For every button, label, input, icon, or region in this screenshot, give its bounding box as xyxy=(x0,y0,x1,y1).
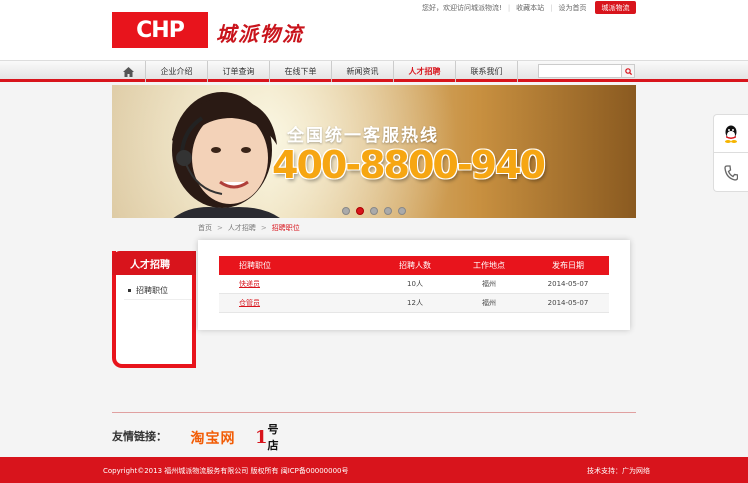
header-location: 工作地点 xyxy=(473,261,505,270)
breadcrumb-item[interactable]: 人才招聘 xyxy=(228,223,256,233)
sidebar-item-label: 招聘职位 xyxy=(136,286,168,295)
hero-banner[interactable]: 全国统一客服热线 400-8800-940 xyxy=(112,85,636,218)
breadcrumb-separator: > xyxy=(217,224,223,232)
search-button[interactable] xyxy=(622,64,635,78)
slider-dot[interactable] xyxy=(342,207,350,215)
nav-item-4[interactable]: 新闻资讯 xyxy=(332,61,394,82)
jobs-table: 招聘职位 招聘人数 工作地点 发布日期 快递员 10人 福州 2014-05-0… xyxy=(219,256,609,313)
search-icon xyxy=(624,67,632,75)
yhd-logo-text: 号店 xyxy=(267,423,279,452)
job-location: 福州 xyxy=(482,280,496,288)
divider xyxy=(124,299,192,300)
top-links: 您好，欢迎访问城派物流! | 收藏本站 | 设为首页 xyxy=(422,3,591,13)
phone-button[interactable] xyxy=(714,154,748,192)
nav-item-6[interactable]: 联系我们 xyxy=(456,61,518,82)
footer: Copyright©2013 福州城派物流服务有限公司 版权所有 闽ICP备00… xyxy=(0,457,748,483)
logo-text: CHP xyxy=(136,17,185,43)
nav-items: 企业介绍 订单查询 在线下单 新闻资讯 人才招聘 联系我们 xyxy=(112,61,518,82)
job-location: 福州 xyxy=(482,299,496,307)
breadcrumb-item[interactable]: 首页 xyxy=(198,223,212,233)
bookmark-link[interactable]: 收藏本站 xyxy=(516,3,544,13)
jobs-panel: 招聘职位 招聘人数 工作地点 发布日期 快递员 10人 福州 2014-05-0… xyxy=(198,240,630,330)
logo[interactable]: CHP xyxy=(112,12,208,48)
friend-links-label: 友情链接： xyxy=(112,430,167,443)
sidebar-title: 人才招聘 xyxy=(112,251,196,275)
divider: | xyxy=(507,4,511,12)
nav-item-3[interactable]: 在线下单 xyxy=(270,61,332,82)
header: CHP 城派物流 您好，欢迎访问城派物流! | 收藏本站 | 设为首页 城派物流 xyxy=(0,0,748,60)
home-icon xyxy=(123,66,134,77)
slider-dot[interactable] xyxy=(384,207,392,215)
nav-home[interactable] xyxy=(112,61,146,82)
job-date: 2014-05-07 xyxy=(547,280,589,288)
bullet-icon xyxy=(128,289,131,292)
float-contact-panel xyxy=(713,114,748,192)
tech-support-text: 技术支持：广为网络 xyxy=(587,467,650,475)
greeting-text: 您好，欢迎访问城派物流! xyxy=(422,4,502,12)
taobao-link[interactable]: 淘宝网 xyxy=(177,426,249,450)
set-home-link[interactable]: 设为首页 xyxy=(559,3,587,13)
sidebar: 人才招聘 招聘职位 xyxy=(112,251,196,368)
yhd-link[interactable]: 1 号店 xyxy=(255,423,285,452)
slider-dot[interactable] xyxy=(356,207,364,215)
slider-dot[interactable] xyxy=(370,207,378,215)
divider: | xyxy=(550,4,553,12)
breadcrumb-separator: > xyxy=(260,224,267,232)
search-box xyxy=(538,64,635,78)
nav-item-5[interactable]: 人才招聘 xyxy=(394,61,456,82)
job-date: 2014-05-07 xyxy=(547,299,589,307)
header-date: 发布日期 xyxy=(552,261,584,270)
phone-icon xyxy=(724,165,738,181)
table-row: 快递员 10人 福州 2014-05-07 xyxy=(219,275,609,294)
table-header: 招聘职位 招聘人数 工作地点 发布日期 xyxy=(219,256,609,275)
job-title-link[interactable]: 仓管员 xyxy=(219,298,379,308)
header-count: 招聘人数 xyxy=(399,261,431,270)
slider-dots xyxy=(342,207,412,215)
yhd-logo-one: 1 xyxy=(255,426,268,448)
job-title-link[interactable]: 快递员 xyxy=(219,279,379,289)
qq-button[interactable] xyxy=(714,115,748,153)
divider xyxy=(112,412,636,413)
breadcrumb-item[interactable]: 招聘职位 xyxy=(272,223,300,233)
breadcrumb: 首页 > 人才招聘 > 招聘职位 xyxy=(198,223,300,233)
search-input[interactable] xyxy=(538,64,622,78)
main-nav: 企业介绍 订单查询 在线下单 新闻资讯 人才招聘 联系我们 xyxy=(0,60,748,82)
hotline-number: 400-8800-940 xyxy=(272,143,546,187)
nav-item-2[interactable]: 订单查询 xyxy=(208,61,270,82)
nav-item-1[interactable]: 企业介绍 xyxy=(146,61,208,82)
job-count: 12人 xyxy=(407,299,423,307)
brand-name: 城派物流 xyxy=(216,22,304,46)
header-position: 招聘职位 xyxy=(239,261,271,270)
sidebar-item-jobs[interactable]: 招聘职位 xyxy=(128,285,168,296)
table-row: 仓管员 12人 福州 2014-05-07 xyxy=(219,294,609,313)
brand-button[interactable]: 城派物流 xyxy=(595,1,636,14)
copyright-text: Copyright©2013 福州城派物流服务有限公司 版权所有 闽ICP备00… xyxy=(103,467,349,475)
job-count: 10人 xyxy=(407,280,423,288)
qq-icon xyxy=(725,125,737,143)
slider-dot[interactable] xyxy=(398,207,406,215)
